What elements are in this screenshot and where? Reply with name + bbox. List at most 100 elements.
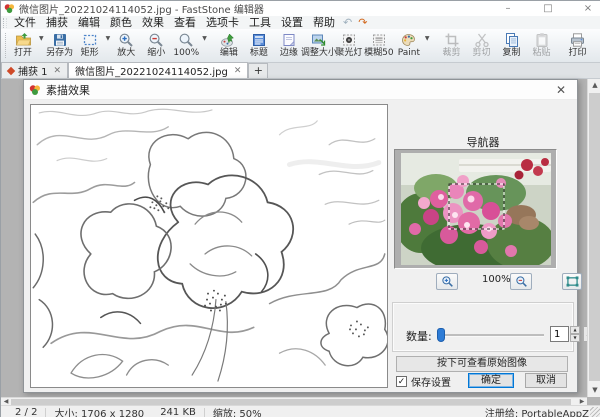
scissors-icon [474,31,490,48]
menu-bar: 文件 捕获 编辑 颜色 效果 查看 选项卡 工具 设置 帮助 ↶ ↷ [1,16,600,29]
spinner-up-icon[interactable]: ▲ [570,326,580,334]
magnifier-plus-icon [118,31,134,48]
copy-button[interactable]: 复制 [497,29,527,62]
tab-capture-1[interactable]: 捕获 1 ✕ [1,62,68,78]
paste-button: 粘贴 [527,29,557,62]
tab2-close-icon[interactable]: ✕ [234,66,242,76]
file-size: 241 KB [152,407,204,417]
vertical-scrollbar[interactable]: ▲ ▼ [587,79,600,397]
zoom-dropdown-arrow[interactable]: ▼ [201,35,208,42]
blur-icon [371,31,387,48]
minimize-button[interactable]: – [499,1,517,16]
open-button[interactable]: 打开 [8,29,38,62]
paint-button[interactable]: Paint [394,29,424,62]
navigator-zoom-level: 100% [482,274,508,285]
menu-help[interactable]: 帮助 [308,16,340,29]
tab-bar: 捕获 1 ✕ 微信图片_20221024114052.jpg ✕ + [1,63,600,79]
scroll-down-icon[interactable]: ▼ [588,384,600,397]
edit-button[interactable]: 编辑 [214,29,244,62]
fit-to-window-button[interactable] [562,273,582,290]
cancel-button[interactable]: 取消 [525,373,567,388]
paint-palette-icon [400,31,417,48]
amount-slider[interactable] [438,334,544,336]
menu-tabs[interactable]: 选项卡 [201,16,244,29]
magnifier-plus-icon [441,275,454,288]
crop-button: 裁剪 [437,29,467,62]
zoom-100-button[interactable]: 100% [171,29,201,62]
tab-image-file[interactable]: 微信图片_20221024114052.jpg ✕ [68,62,248,78]
tab1-close-icon[interactable]: ✕ [54,66,62,76]
zoom-out-button[interactable]: 缩小 [141,29,171,62]
spotlight-button[interactable]: 聚光灯 [334,29,364,62]
caption-document-icon [251,31,267,48]
scroll-up-icon[interactable]: ▲ [588,79,600,92]
printer-icon [569,31,586,48]
resize-grip[interactable] [590,407,600,417]
navigator-thumbnail[interactable] [394,149,557,269]
rectangle-dropdown-arrow[interactable]: ▼ [105,35,112,42]
magnifier-minus-icon [148,31,164,48]
amount-input[interactable] [550,326,569,342]
view-original-button[interactable]: 按下可查看原始图像 [396,356,568,372]
save-settings-checkbox[interactable]: ✓ [396,376,407,387]
magnifier-icon [178,31,194,48]
rectangle-select-button[interactable]: 矩形 [75,29,105,62]
menu-capture[interactable]: 捕获 [41,16,73,29]
capture-tab-icon [7,66,15,74]
copy-pages-icon [504,31,520,48]
menu-colors[interactable]: 颜色 [105,16,137,29]
vertical-scroll-thumb[interactable] [589,93,600,381]
sketch-preview[interactable] [30,104,388,388]
menu-file[interactable]: 文件 [9,16,41,29]
palette-edit-icon [220,31,237,48]
dashed-rectangle-icon [82,31,98,48]
fit-rectangle-icon [566,276,579,287]
faststone-editor-window: 微信图片_20221024114052.jpg - FastStone 编辑器 … [0,0,600,417]
menu-edit[interactable]: 编辑 [73,16,105,29]
ok-button[interactable]: 确定 [468,373,514,388]
menubar-grip [3,18,7,28]
menu-settings[interactable]: 设置 [276,16,308,29]
zoom-in-button[interactable]: 放大 [111,29,141,62]
main-toolbar: 打开 ▼ 另存为 矩形 ▼ 放大 缩小 100% ▼ 编辑 [1,29,600,63]
image-dimensions: 大小: 1706 x 1280 [46,405,152,417]
floppy-disk-icon [52,31,68,48]
caption-button[interactable]: 标题 [244,29,274,62]
maximize-button[interactable]: □ [539,1,557,16]
close-window-button[interactable]: × [579,1,597,16]
undo-icon[interactable]: ↶ [340,16,355,29]
sketch-effect-dialog: 素描效果 ✕ [23,79,578,393]
menu-effects[interactable]: 效果 [137,16,169,29]
save-as-button[interactable]: 另存为 [45,29,75,62]
dialog-titlebar[interactable]: 素描效果 ✕ [24,80,577,100]
app-logo-icon [4,3,15,14]
navigator-zoom-out-button[interactable] [510,273,532,290]
redo-icon[interactable]: ↷ [355,16,370,29]
edge-button[interactable]: 边缘 [274,29,304,62]
window-titlebar: 微信图片_20221024114052.jpg - FastStone 编辑器 … [1,1,600,16]
navigator-zoom-in-button[interactable] [436,273,458,290]
menu-view[interactable]: 查看 [169,16,201,29]
menu-tools[interactable]: 工具 [244,16,276,29]
crop-icon [444,31,460,48]
open-dropdown-arrow[interactable]: ▼ [38,35,45,42]
print-button[interactable]: 打印 [563,29,593,62]
spotlight-icon [341,31,357,48]
dialog-close-icon[interactable]: ✕ [553,83,569,97]
save-settings-label: 保存设置 [411,374,451,389]
resize-image-icon [310,31,327,48]
amount-slider-thumb[interactable] [437,328,445,342]
blur50-button[interactable]: 模糊50 [364,29,394,62]
status-bar: 2 / 2 大小: 1706 x 1280 241 KB 缩放: 50% 注册给… [1,405,600,417]
new-tab-button[interactable]: + [248,63,268,78]
flowers-thumbnail-image [401,153,551,265]
clipboard-icon [534,31,550,48]
window-title: 微信图片_20221024114052.jpg - FastStone 编辑器 [19,1,264,16]
image-canvas: 素描效果 ✕ [1,79,600,405]
resize-button[interactable]: 调整大小 [304,29,334,62]
spinner-down-icon[interactable]: ▼ [570,334,580,342]
sketch-image [31,105,387,387]
toolbar-grip [5,33,6,58]
paint-dropdown-arrow[interactable]: ▼ [424,35,431,42]
magnifier-minus-icon [515,275,528,288]
